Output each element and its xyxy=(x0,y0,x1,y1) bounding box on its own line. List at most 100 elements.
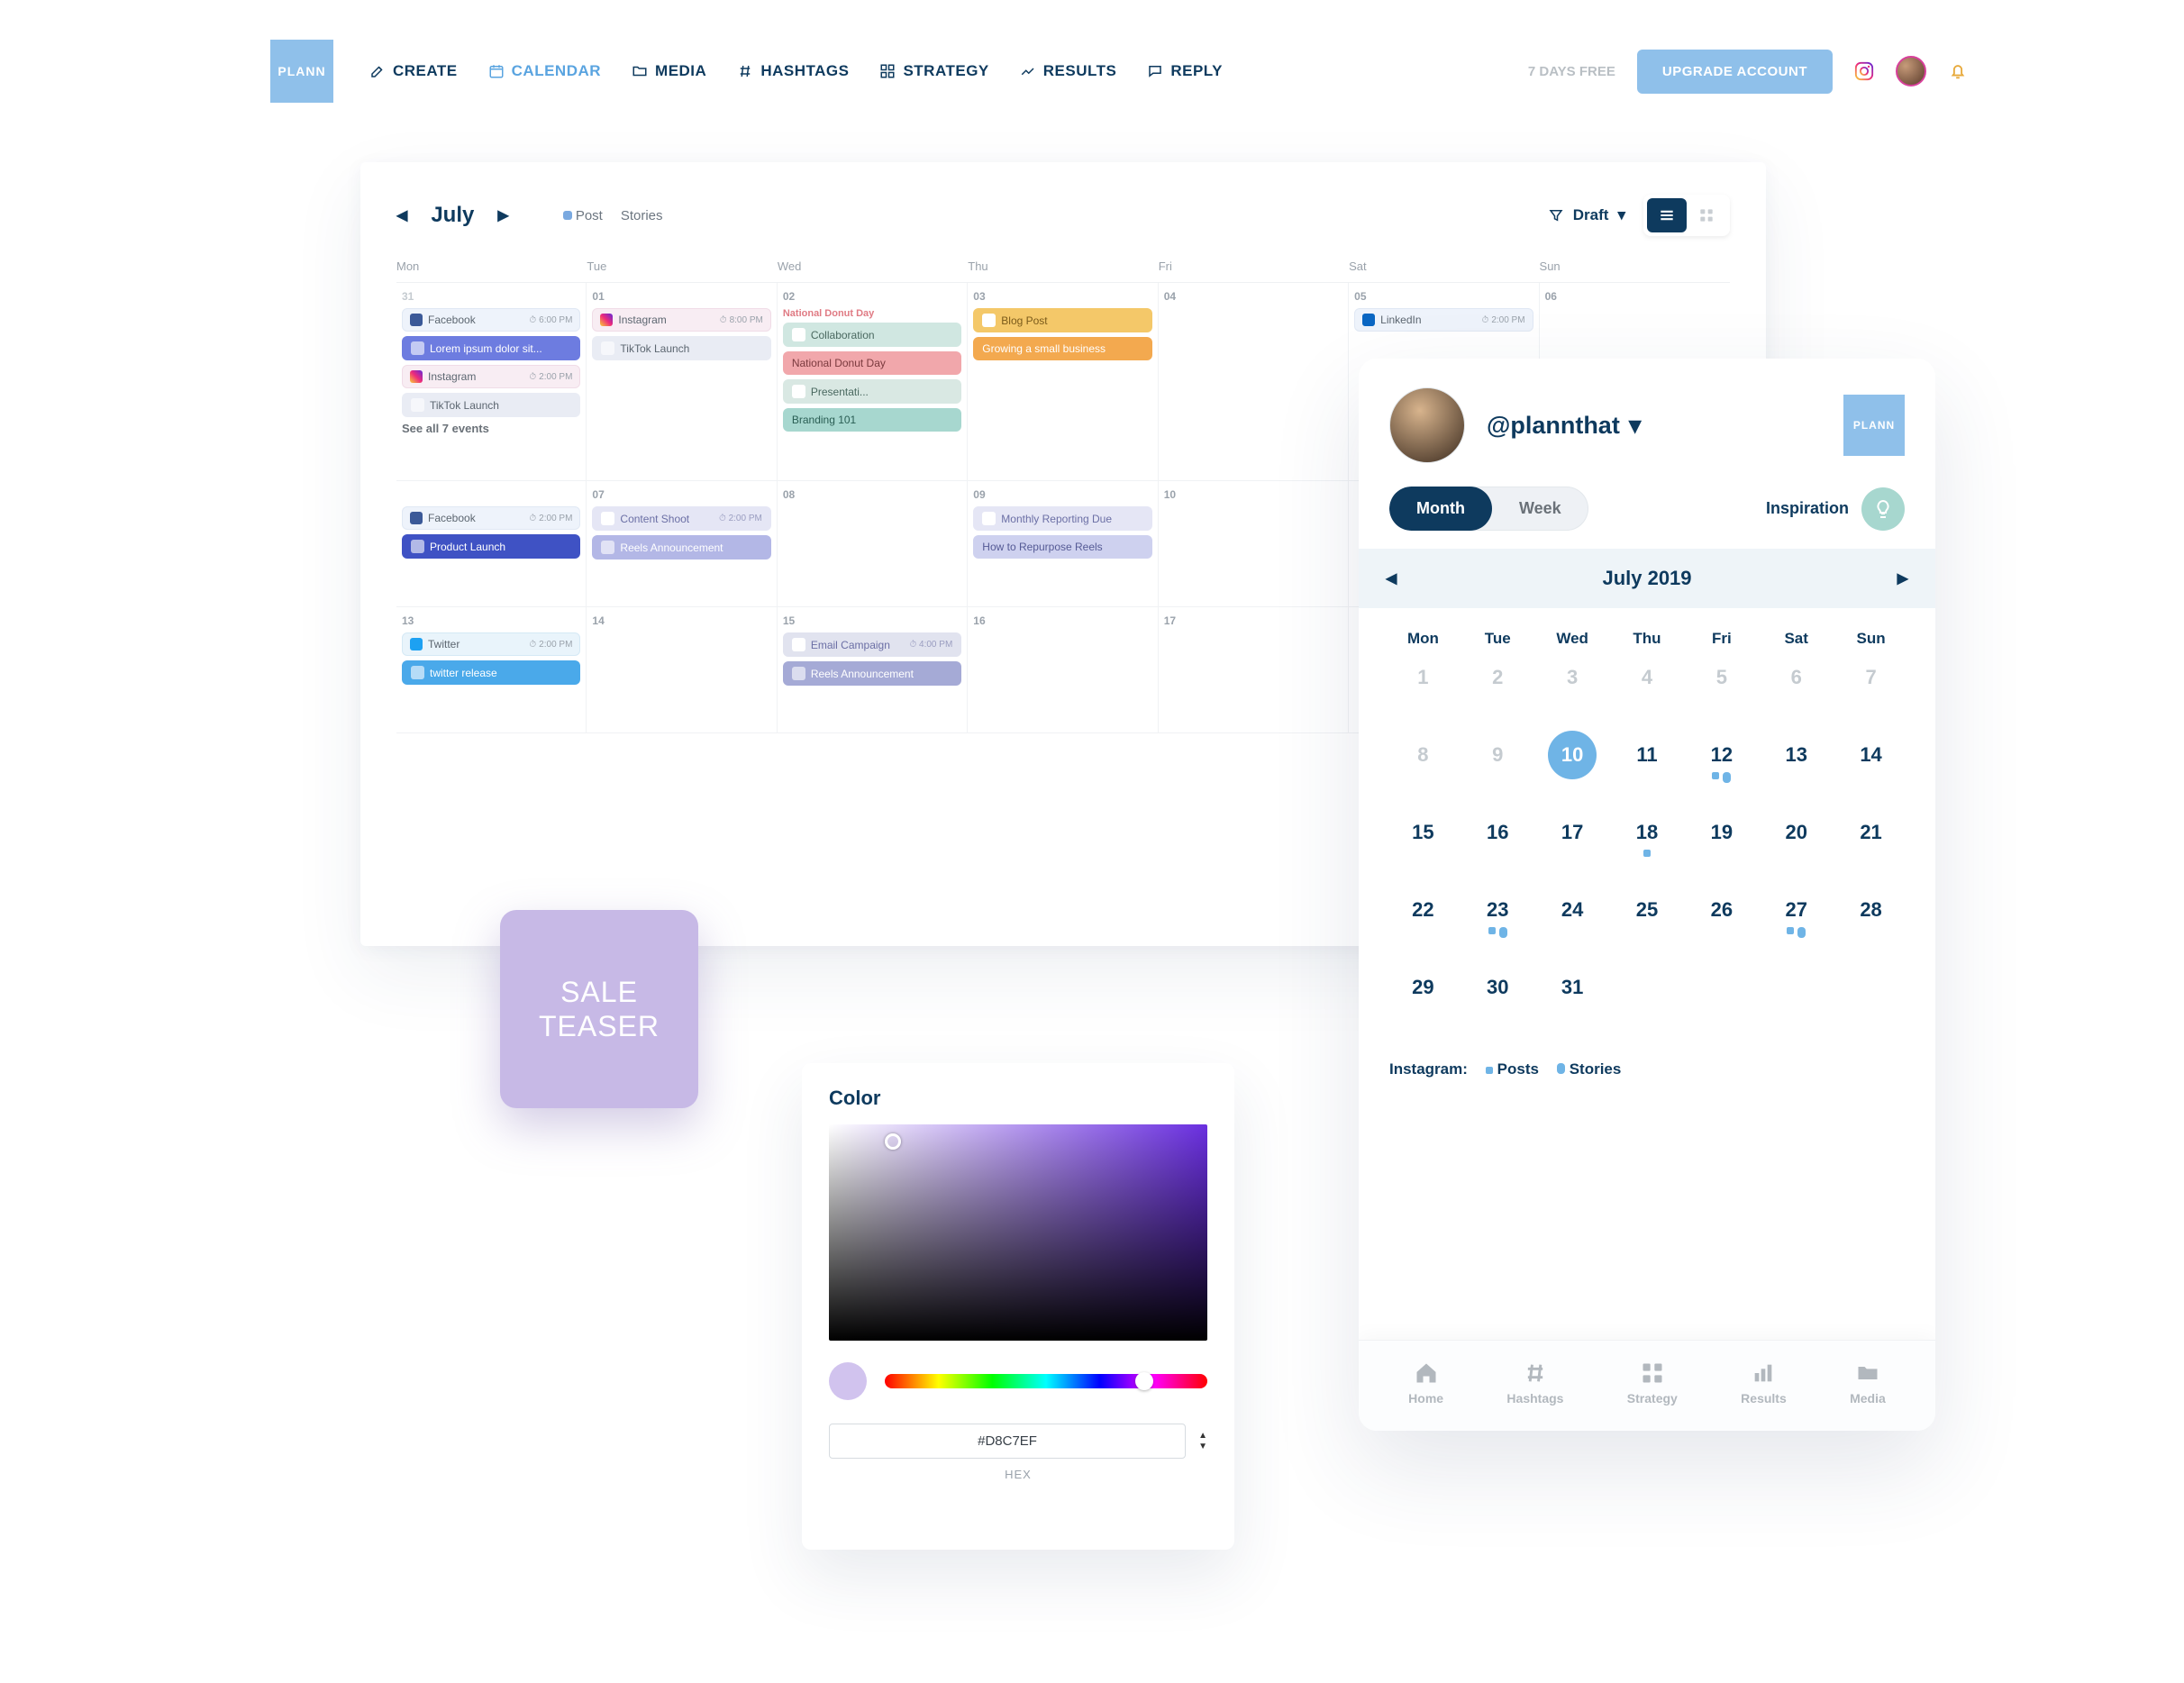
nav-create[interactable]: CREATE xyxy=(369,62,458,80)
day-cell[interactable]: 3 xyxy=(1535,666,1610,720)
filter-dropdown[interactable]: Draft ▾ xyxy=(1548,206,1625,224)
calendar-cell[interactable]: 01 Instagram⏱ 8:00 PM TikTok Launch xyxy=(587,283,777,481)
event-lorem[interactable]: Lorem ipsum dolor sit... xyxy=(402,336,580,360)
day-cell[interactable]: 7 xyxy=(1834,666,1908,720)
nav-media[interactable]: MEDIA xyxy=(632,62,706,80)
upgrade-button[interactable]: UPGRADE ACCOUNT xyxy=(1637,50,1833,94)
event-repurpose[interactable]: How to Repurpose Reels xyxy=(973,535,1151,559)
week-tab[interactable]: Week xyxy=(1492,487,1588,531)
day-cell[interactable]: 24 xyxy=(1535,898,1610,952)
calendar-cell[interactable]: 02 National Donut Day Collaboration Nati… xyxy=(778,283,968,481)
event-collaboration[interactable]: Collaboration xyxy=(783,323,961,347)
nav-reply[interactable]: REPLY xyxy=(1147,62,1223,80)
event-linkedin[interactable]: LinkedIn⏱ 2:00 PM xyxy=(1354,308,1533,332)
day-cell[interactable]: 26 xyxy=(1684,898,1759,952)
day-cell[interactable]: 5 xyxy=(1684,666,1759,720)
hue-handle[interactable] xyxy=(1135,1372,1153,1390)
event-donut[interactable]: National Donut Day xyxy=(783,351,961,375)
event-reels[interactable]: Reels Announcement xyxy=(783,661,961,686)
day-cell[interactable]: 11 xyxy=(1610,743,1685,797)
day-cell[interactable]: 18 xyxy=(1610,821,1685,875)
inspiration-button[interactable]: Inspiration xyxy=(1766,487,1905,531)
nav-hashtags[interactable]: HASHTAGS xyxy=(737,62,849,80)
day-cell[interactable]: 6 xyxy=(1759,666,1834,720)
event-email[interactable]: Email Campaign⏱ 4:00 PM xyxy=(783,632,961,657)
calendar-cell[interactable]: 16 xyxy=(968,607,1158,733)
nav-strategy[interactable]: Strategy xyxy=(1627,1360,1678,1406)
event-monthly[interactable]: Monthly Reporting Due xyxy=(973,506,1151,531)
instagram-icon[interactable] xyxy=(1854,61,1874,81)
hex-input[interactable] xyxy=(829,1424,1186,1459)
calendar-cell[interactable]: 04 xyxy=(1159,283,1349,481)
day-cell[interactable]: 23 xyxy=(1461,898,1535,952)
event-instagram[interactable]: Instagram⏱ 8:00 PM xyxy=(592,308,770,332)
calendar-cell[interactable]: 31 Facebook⏱ 6:00 PM Lorem ipsum dolor s… xyxy=(396,283,587,481)
calendar-cell[interactable]: 13 Twitter⏱ 2:00 PM twitter release xyxy=(396,607,587,733)
nav-hashtags[interactable]: Hashtags xyxy=(1506,1360,1563,1406)
day-cell[interactable]: 19 xyxy=(1684,821,1759,875)
day-cell[interactable]: 27 xyxy=(1759,898,1834,952)
calendar-cell[interactable]: 15 Email Campaign⏱ 4:00 PM Reels Announc… xyxy=(778,607,968,733)
event-branding[interactable]: Branding 101 xyxy=(783,408,961,432)
day-cell[interactable]: 14 xyxy=(1834,743,1908,797)
nav-results[interactable]: Results xyxy=(1741,1360,1787,1406)
day-cell[interactable]: 2 xyxy=(1461,666,1535,720)
nav-results[interactable]: RESULTS xyxy=(1020,62,1117,80)
event-twitter-release[interactable]: twitter release xyxy=(402,660,580,685)
nav-strategy[interactable]: STRATEGY xyxy=(879,62,988,80)
day-cell[interactable]: 22 xyxy=(1386,898,1461,952)
hue-slider[interactable] xyxy=(885,1374,1207,1388)
calendar-cell[interactable]: 08 xyxy=(778,481,968,607)
prev-month-button[interactable]: ◀ xyxy=(1386,569,1397,587)
saturation-handle[interactable] xyxy=(885,1133,901,1150)
event-instagram[interactable]: Instagram⏱ 2:00 PM xyxy=(402,365,580,388)
day-cell[interactable]: 12 xyxy=(1684,743,1759,797)
saturation-area[interactable] xyxy=(829,1124,1207,1341)
event-twitter[interactable]: Twitter⏱ 2:00 PM xyxy=(402,632,580,656)
avatar[interactable] xyxy=(1896,56,1926,86)
next-month-button[interactable]: ▶ xyxy=(1897,569,1908,587)
sale-teaser-card[interactable]: SALETEASER xyxy=(500,910,698,1108)
day-cell[interactable]: 31 xyxy=(1535,976,1610,1030)
event-reels[interactable]: Reels Announcement xyxy=(592,535,770,559)
see-all-link[interactable]: See all 7 events xyxy=(402,422,580,435)
event-tiktok[interactable]: TikTok Launch xyxy=(592,336,770,360)
day-cell[interactable]: 8 xyxy=(1386,743,1461,797)
event-product-launch[interactable]: Product Launch xyxy=(402,534,580,559)
day-cell[interactable]: 9 xyxy=(1461,743,1535,797)
bell-icon[interactable] xyxy=(1948,61,1968,81)
day-cell[interactable]: 17 xyxy=(1535,821,1610,875)
calendar-cell[interactable]: 14 xyxy=(587,607,777,733)
day-cell[interactable]: 29 xyxy=(1386,976,1461,1030)
nav-home[interactable]: Home xyxy=(1408,1360,1443,1406)
event-tiktok[interactable]: TikTok Launch xyxy=(402,393,580,417)
calendar-cell[interactable]: 07 Content Shoot⏱ 2:00 PM Reels Announce… xyxy=(587,481,777,607)
day-cell[interactable]: 28 xyxy=(1834,898,1908,952)
event-grow[interactable]: Growing a small business xyxy=(973,337,1151,360)
chevron-up-icon[interactable]: ▲ xyxy=(1198,1432,1207,1441)
calendar-cell[interactable]: 10 xyxy=(1159,481,1349,607)
calendar-cell[interactable]: 03 Blog Post Growing a small business xyxy=(968,283,1158,481)
calendar-cell[interactable]: 09 Monthly Reporting Due How to Repurpos… xyxy=(968,481,1158,607)
day-cell[interactable]: 10 xyxy=(1535,743,1610,797)
day-cell[interactable]: 13 xyxy=(1759,743,1834,797)
day-cell[interactable]: 30 xyxy=(1461,976,1535,1030)
event-shoot[interactable]: Content Shoot⏱ 2:00 PM xyxy=(592,506,770,531)
event-facebook[interactable]: Facebook⏱ 6:00 PM xyxy=(402,308,580,332)
grid-view-button[interactable] xyxy=(1687,198,1726,232)
day-cell[interactable]: 21 xyxy=(1834,821,1908,875)
month-tab[interactable]: Month xyxy=(1389,487,1492,531)
username-dropdown[interactable]: @plannthat ▾ xyxy=(1487,412,1641,440)
day-cell[interactable]: 1 xyxy=(1386,666,1461,720)
calendar-cell[interactable]: 06 Facebook⏱ 2:00 PM Product Launch xyxy=(396,481,587,607)
profile-avatar[interactable] xyxy=(1389,387,1465,463)
nav-media[interactable]: Media xyxy=(1850,1360,1886,1406)
nav-calendar[interactable]: CALENDAR xyxy=(488,62,601,80)
next-month-button[interactable]: ▶ xyxy=(497,206,508,224)
list-view-button[interactable] xyxy=(1647,198,1687,232)
event-facebook[interactable]: Facebook⏱ 2:00 PM xyxy=(402,506,580,530)
day-cell[interactable]: 16 xyxy=(1461,821,1535,875)
chevron-down-icon[interactable]: ▼ xyxy=(1198,1442,1207,1451)
day-cell[interactable]: 20 xyxy=(1759,821,1834,875)
event-blog[interactable]: Blog Post xyxy=(973,308,1151,332)
